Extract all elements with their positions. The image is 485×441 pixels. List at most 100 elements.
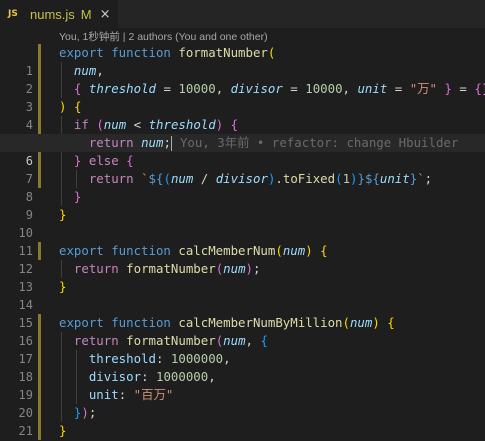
code-line[interactable]: 2 num,: [0, 62, 485, 96]
bracket: ): [245, 261, 254, 276]
bracket: ): [350, 171, 358, 186]
keyword: export function: [59, 243, 171, 258]
bracket: }: [73, 153, 82, 168]
parameter: num: [73, 63, 97, 78]
property-key: unit: [88, 387, 119, 402]
code-line[interactable]: 13 return formatNumber(num);: [0, 260, 485, 294]
keyword: return: [88, 135, 134, 150]
parameter: threshold: [88, 81, 156, 96]
code-line[interactable]: 17 return formatNumber(num, {: [0, 332, 485, 366]
bracket: {: [387, 315, 395, 330]
number-literal: 1000000: [155, 369, 209, 384]
code-line[interactable]: 18 threshold: 1000000,: [0, 350, 485, 384]
code-line[interactable]: 8 return `${(num / divisor).toFixed(1)}$…: [0, 170, 485, 204]
template-delimiter: ${: [364, 171, 380, 186]
punctuation: ,: [208, 369, 216, 384]
code-line[interactable]: 4 ) {: [0, 98, 485, 132]
punctuation: :: [118, 387, 134, 402]
tab-nums-js[interactable]: JS nums.js M ×: [0, 0, 119, 28]
code-line[interactable]: 21 });: [0, 404, 485, 438]
bracket: (: [96, 117, 104, 132]
variable: num: [141, 135, 164, 150]
bracket: (: [275, 243, 283, 258]
bracket: {: [320, 243, 328, 258]
bracket: (: [335, 171, 343, 186]
code-line[interactable]: 7 } else {: [0, 152, 485, 186]
git-blame-annotation: You, 3年前 • refactor: change Hbuilder: [179, 135, 459, 150]
code-line[interactable]: 12 export function calcMemberNum(num) {: [0, 242, 485, 276]
bracket: (: [342, 315, 350, 330]
punctuation: :: [141, 369, 156, 384]
code-editor[interactable]: 1 export function formatNumber( 2 num, 3…: [0, 44, 485, 441]
function-name: formatNumber: [126, 261, 216, 276]
code-line[interactable]: 3 { threshold = 10000, divisor = 10000, …: [0, 80, 485, 114]
bracket: ): [59, 99, 67, 114]
code-line[interactable]: 22 }: [0, 422, 485, 440]
operator: =: [387, 81, 410, 96]
variable: num: [103, 117, 127, 132]
code-line[interactable]: 10 }: [0, 206, 485, 240]
string-literal: "百万": [133, 387, 174, 402]
code-line-current[interactable]: 6 return num; You, 3年前 • refactor: change…: [0, 134, 485, 168]
keyword: export function: [59, 315, 171, 330]
bracket: ): [305, 243, 313, 258]
punctuation: ,: [342, 81, 358, 96]
bracket: {: [73, 99, 82, 114]
code-line[interactable]: 20 unit: "百万": [0, 386, 485, 420]
bracket: }: [59, 279, 67, 294]
variable: num: [223, 333, 246, 348]
code-line[interactable]: 1 export function formatNumber(: [0, 44, 485, 78]
operator: /: [193, 171, 216, 186]
variable: threshold: [148, 117, 216, 132]
property-key: threshold: [88, 351, 156, 366]
parameter: num: [282, 243, 306, 258]
template-delimiter: `: [417, 171, 425, 186]
bracket: ): [372, 315, 380, 330]
number-literal: 1000000: [170, 351, 224, 366]
variable: num: [223, 261, 246, 276]
template-delimiter: }: [357, 171, 365, 186]
parameter: unit: [357, 81, 388, 96]
code-line[interactable]: 15: [0, 296, 485, 330]
authors-codelens[interactable]: You, 1秒钟前 | 2 authors (You and one other…: [59, 29, 268, 43]
editor-tab-bar: JS nums.js M ×: [0, 0, 485, 28]
punctuation: ,: [245, 333, 261, 348]
code-line[interactable]: 11: [0, 224, 485, 258]
punctuation: ,: [96, 63, 104, 78]
function-name: calcMemberNum: [178, 243, 276, 258]
method-name: toFixed: [282, 171, 336, 186]
close-icon[interactable]: ×: [100, 7, 111, 22]
punctuation: ;: [253, 261, 261, 276]
code-line[interactable]: 16 export function calcMemberNumByMillio…: [0, 314, 485, 348]
number-literal: 10000: [178, 81, 216, 96]
punctuation: ,: [215, 81, 231, 96]
code-line[interactable]: 5 if (num < threshold) {: [0, 116, 485, 150]
variable: unit: [379, 171, 410, 186]
bracket: ): [81, 405, 89, 420]
keyword: else: [88, 153, 119, 168]
template-delimiter: `: [141, 171, 149, 186]
function-name: formatNumber: [178, 45, 268, 60]
code-line[interactable]: 19 divisor: 1000000,: [0, 368, 485, 402]
operator: =: [156, 81, 179, 96]
punctuation: ;: [424, 171, 433, 186]
code-line[interactable]: 9 }: [0, 188, 485, 222]
property-key: divisor: [88, 369, 142, 384]
bracket: {: [230, 117, 239, 132]
code-line[interactable]: 14 }: [0, 278, 485, 312]
operator: <: [126, 117, 149, 132]
bracket: {: [126, 153, 134, 168]
variable: divisor: [215, 171, 268, 186]
bracket: (: [163, 171, 171, 186]
bracket: {: [260, 333, 268, 348]
bracket: ): [215, 117, 224, 132]
parameter: num: [349, 315, 373, 330]
operator: =: [282, 81, 306, 96]
bracket: }: [59, 207, 67, 222]
punctuation: ;: [163, 135, 171, 150]
javascript-file-icon: JS: [8, 9, 18, 19]
bracket: }: [73, 189, 82, 204]
operator: =: [451, 81, 475, 96]
punctuation: ,: [223, 351, 231, 366]
text-cursor: [170, 136, 172, 151]
